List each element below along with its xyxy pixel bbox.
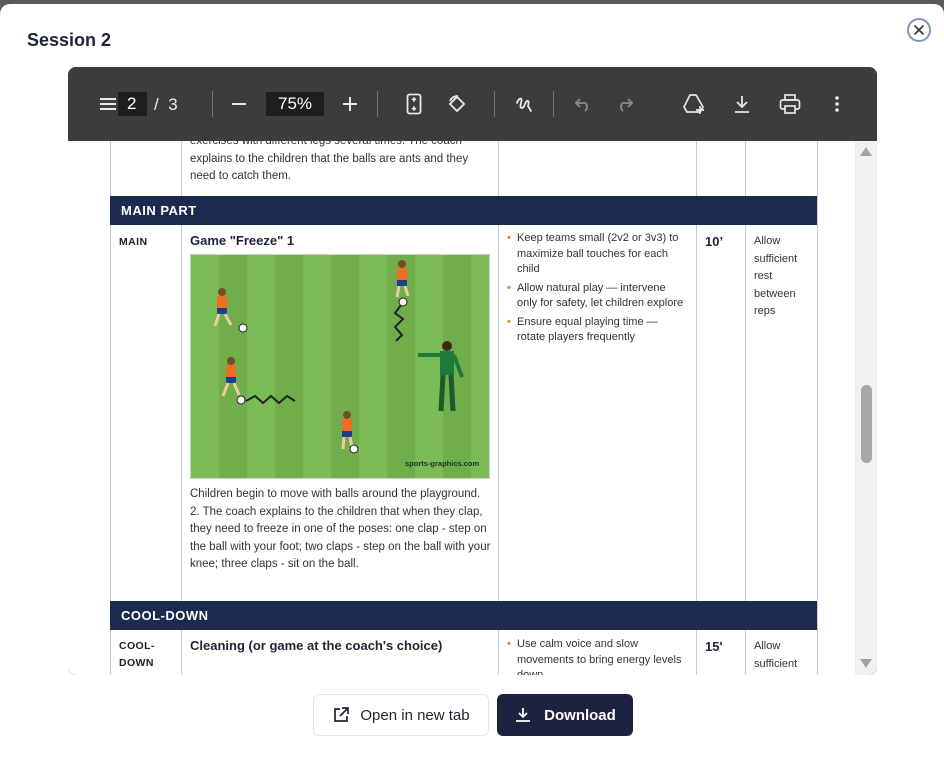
toolbar-divider bbox=[377, 91, 378, 117]
activity-description: Children begin to move with balls around… bbox=[190, 488, 491, 570]
page-number-input[interactable]: 2 bbox=[118, 92, 147, 116]
pdf-page: exercises with different legs several ti… bbox=[68, 141, 855, 675]
phase-label: MAIN bbox=[119, 236, 148, 248]
undo-icon[interactable] bbox=[573, 94, 593, 114]
session-modal: Session 2 2 / 3 75% exercises with diffe… bbox=[0, 4, 944, 763]
table-border bbox=[817, 141, 818, 675]
open-in-new-tab-label: Open in new tab bbox=[360, 706, 470, 724]
scroll-up-icon[interactable] bbox=[860, 147, 872, 156]
toolbar-divider bbox=[553, 91, 554, 117]
phase-label: COOL-DOWN bbox=[119, 640, 155, 669]
download-icon bbox=[516, 708, 531, 722]
activity-title: Cleaning (or game at the coach's choice) bbox=[190, 638, 443, 653]
image-caption: sports-graphics.com bbox=[405, 459, 480, 468]
duration: 15' bbox=[705, 639, 723, 654]
tip-item: Ensure equal playing time — rotate playe… bbox=[507, 315, 687, 346]
open-in-new-tab-button[interactable]: Open in new tab bbox=[313, 694, 489, 736]
coaching-tips: Use calm voice and slow movements to bri… bbox=[507, 637, 687, 675]
rest-note: Allow sufficient rest bbox=[754, 640, 798, 670]
section-band: COOL-DOWN bbox=[110, 601, 817, 630]
external-link-icon bbox=[334, 707, 350, 722]
download-button[interactable]: Download bbox=[497, 694, 633, 736]
document-area[interactable]: exercises with different legs several ti… bbox=[68, 141, 877, 675]
draw-icon[interactable] bbox=[512, 92, 536, 116]
more-options-icon[interactable] bbox=[828, 94, 846, 114]
pdf-viewer: 2 / 3 75% exercises with different legs … bbox=[68, 67, 877, 675]
close-button[interactable] bbox=[907, 18, 931, 42]
print-icon[interactable] bbox=[777, 91, 803, 117]
drill-illustration: sports-graphics.com bbox=[190, 254, 490, 479]
zoom-input[interactable]: 75% bbox=[266, 92, 324, 116]
rest-note: Allow sufficient rest between reps bbox=[754, 235, 798, 317]
add-to-drive-icon[interactable] bbox=[681, 91, 707, 117]
section-band: MAIN PART bbox=[110, 196, 817, 225]
duration: 10’ bbox=[705, 234, 724, 249]
activity-title: Game "Freeze" 1 bbox=[190, 233, 295, 248]
zoom-out-button[interactable] bbox=[228, 93, 250, 115]
fit-page-icon[interactable] bbox=[403, 92, 425, 116]
pdf-toolbar: 2 / 3 75% bbox=[68, 67, 877, 141]
activity-description: exercises with different legs several ti… bbox=[190, 141, 469, 182]
download-label: Download bbox=[544, 706, 616, 724]
close-icon bbox=[914, 25, 924, 35]
download-icon[interactable] bbox=[730, 91, 754, 117]
scroll-down-icon[interactable] bbox=[860, 659, 872, 668]
tip-item: Allow natural play — intervene only for … bbox=[507, 281, 687, 312]
tip-item: Use calm voice and slow movements to bri… bbox=[507, 637, 687, 675]
vertical-scrollbar[interactable] bbox=[855, 141, 877, 675]
rotate-icon[interactable] bbox=[445, 92, 469, 116]
zoom-in-button[interactable] bbox=[339, 93, 361, 115]
coaching-tips: Keep teams small (2v2 or 3v3) to maximiz… bbox=[507, 231, 687, 349]
minus-icon bbox=[232, 103, 246, 105]
redo-icon[interactable] bbox=[615, 94, 635, 114]
menu-icon[interactable] bbox=[96, 93, 120, 115]
toolbar-divider bbox=[494, 91, 495, 117]
modal-title: Session 2 bbox=[27, 30, 112, 50]
plus-icon bbox=[343, 97, 357, 111]
tip-item: Keep teams small (2v2 or 3v3) to maximiz… bbox=[507, 231, 687, 278]
toolbar-divider bbox=[212, 91, 213, 117]
page-count: / 3 bbox=[154, 95, 178, 114]
scroll-thumb[interactable] bbox=[861, 385, 872, 463]
